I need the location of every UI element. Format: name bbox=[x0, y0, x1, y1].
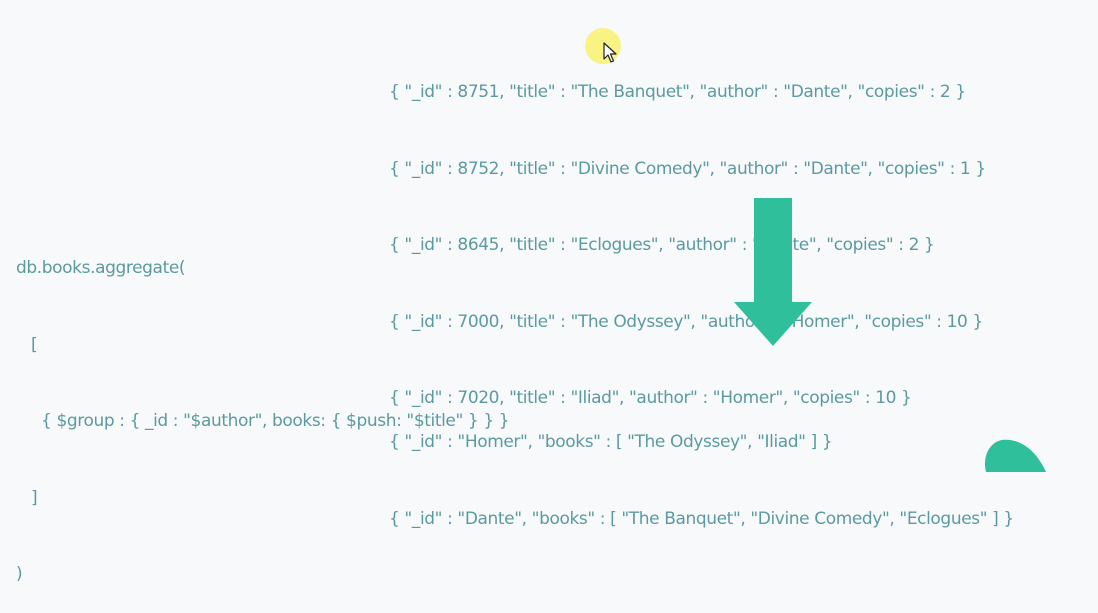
output-document-line: { "_id" : "Homer", "books" : [ "The Odys… bbox=[389, 432, 833, 452]
mouse-cursor-icon bbox=[603, 42, 617, 63]
query-line: [ bbox=[16, 334, 38, 355]
arrow-shape bbox=[734, 198, 812, 346]
output-documents: { "_id" : "Homer", "books" : [ "The Odys… bbox=[389, 379, 1014, 558]
query-line: ) bbox=[16, 564, 23, 584]
leaf-icon bbox=[984, 439, 1046, 472]
query-line: db.books.aggregate( bbox=[16, 258, 186, 278]
input-document-line: { "_id" : 8752, "title" : "Divine Comedy… bbox=[389, 158, 986, 179]
input-document-line: { "_id" : 8751, "title" : "The Banquet",… bbox=[389, 82, 966, 102]
output-document-line: { "_id" : "Dante", "books" : [ "The Banq… bbox=[389, 508, 1014, 529]
arrow-down-icon bbox=[734, 198, 812, 346]
